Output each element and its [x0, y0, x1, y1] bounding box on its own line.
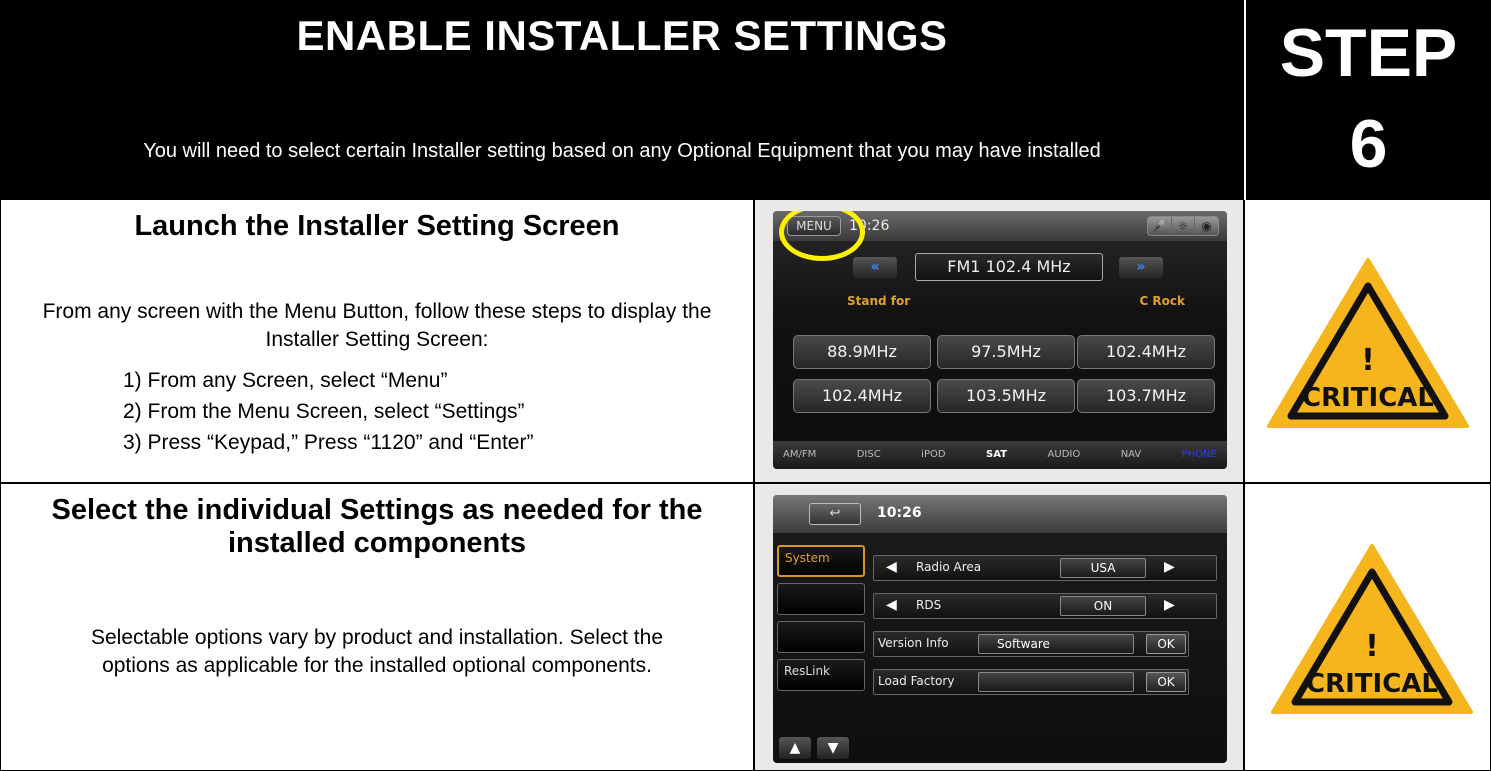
- settings-clock: 10:26: [877, 505, 922, 521]
- brightness-icon[interactable]: ☼: [1172, 217, 1196, 235]
- top-icon-group: 🎤 ☼ ◉: [1147, 216, 1219, 236]
- mute-icon[interactable]: ◉: [1195, 217, 1218, 235]
- source-tab-disc[interactable]: DISC: [857, 441, 881, 469]
- side-item-system[interactable]: System: [777, 545, 865, 577]
- radio-area-label: Radio Area: [916, 560, 982, 574]
- radio-area-value: USA: [1060, 558, 1146, 578]
- source-tab-audio[interactable]: AUDIO: [1048, 441, 1081, 469]
- preset-button-2[interactable]: 97.5MHz: [937, 335, 1075, 369]
- settings-screenshot-cell: ↩ 10:26 System ResLink ◀ Radio Area USA …: [754, 483, 1244, 771]
- step-item-3: 3) Press “Keypad,” Press “1120” and “Ent…: [123, 431, 534, 454]
- step-box: STEP 6: [1244, 0, 1491, 200]
- settings-screen: ↩ 10:26 System ResLink ◀ Radio Area USA …: [773, 495, 1227, 763]
- load-factory-field: [978, 672, 1134, 692]
- step-label: STEP: [1279, 15, 1458, 91]
- section2-title: Select the individual Settings as needed…: [51, 494, 703, 559]
- source-tab-amfm[interactable]: AM/FM: [783, 441, 816, 469]
- page-title: ENABLE INSTALLER SETTINGS: [296, 12, 948, 59]
- menu-highlight-circle: [779, 211, 865, 261]
- critical-warning-icon: ! CRITICAL: [1271, 544, 1473, 714]
- setting-row-version: Version Info Software OK: [873, 631, 1189, 657]
- header-banner: ENABLE INSTALLER SETTINGS You will need …: [0, 0, 1491, 200]
- back-button[interactable]: ↩: [809, 503, 861, 525]
- warning-cell-2: ! CRITICAL: [1244, 483, 1491, 771]
- seek-back-button[interactable]: «: [853, 257, 897, 279]
- version-info-value: Software: [978, 634, 1134, 654]
- mic-icon[interactable]: 🎤: [1148, 217, 1172, 235]
- rds-value: ON: [1060, 596, 1146, 616]
- section1-title: Launch the Installer Setting Screen: [134, 210, 620, 242]
- setting-row-load-factory: Load Factory OK: [873, 669, 1189, 695]
- preset-button-1[interactable]: 88.9MHz: [793, 335, 931, 369]
- arrow-left-icon[interactable]: ◀: [886, 559, 897, 575]
- scroll-down-button[interactable]: ▼: [817, 737, 849, 759]
- preset-button-6[interactable]: 103.7MHz: [1077, 379, 1215, 413]
- warning-label: CRITICAL: [1306, 669, 1438, 699]
- arrow-right-icon[interactable]: ▶: [1164, 559, 1175, 575]
- side-item-blank-2[interactable]: [777, 621, 865, 653]
- frequency-display: FM1 102.4 MHz: [915, 253, 1103, 281]
- source-tab-sat[interactable]: SAT: [986, 441, 1007, 469]
- arrow-left-icon[interactable]: ◀: [886, 597, 897, 613]
- load-factory-label: Load Factory: [878, 674, 955, 688]
- preset-button-5[interactable]: 103.5MHz: [937, 379, 1075, 413]
- source-tab-phone[interactable]: PHONE: [1182, 441, 1217, 469]
- source-tab-nav[interactable]: NAV: [1121, 441, 1142, 469]
- setting-row-rds: ◀ RDS ON ▶: [873, 593, 1217, 619]
- section1-text-cell: Launch the Installer Setting Screen From…: [0, 200, 754, 483]
- step-item-1: 1) From any Screen, select “Menu”: [123, 369, 448, 392]
- step-item-2: 2) From the Menu Screen, select “Setting…: [123, 400, 525, 423]
- section1-intro: From any screen with the Menu Button, fo…: [42, 300, 712, 351]
- settings-top-bar: ↩ 10:26: [773, 495, 1227, 533]
- scroll-up-button[interactable]: ▲: [779, 737, 811, 759]
- station-name-right: C Rock: [1139, 294, 1185, 308]
- station-name-left: Stand for: [847, 294, 911, 308]
- preset-button-4[interactable]: 102.4MHz: [793, 379, 931, 413]
- header-main: ENABLE INSTALLER SETTINGS You will need …: [0, 0, 1244, 200]
- version-ok-button[interactable]: OK: [1146, 634, 1186, 654]
- setting-row-radio-area: ◀ Radio Area USA ▶: [873, 555, 1217, 581]
- section1-steps: 1) From any Screen, select “Menu” 2) Fro…: [123, 365, 743, 458]
- warning-cell-1: ! CRITICAL: [1244, 200, 1491, 483]
- step-number: 6: [1349, 106, 1388, 182]
- radio-screen: MENU 10:26 🎤 ☼ ◉ « FM1 102.4 MHz » Stand…: [773, 211, 1227, 469]
- warning-exclamation: !: [1365, 629, 1379, 664]
- seek-forward-button[interactable]: »: [1119, 257, 1163, 279]
- source-bar: AM/FM DISC iPOD SAT AUDIO NAV PHONE: [773, 441, 1227, 469]
- page-subtitle: You will need to select certain Installe…: [143, 140, 1101, 162]
- section2-body: Selectable options vary by product and i…: [90, 626, 663, 677]
- source-tab-ipod[interactable]: iPOD: [921, 441, 945, 469]
- arrow-right-icon[interactable]: ▶: [1164, 597, 1175, 613]
- version-info-label: Version Info: [878, 636, 949, 650]
- warning-label: CRITICAL: [1302, 383, 1434, 413]
- critical-warning-icon: ! CRITICAL: [1267, 258, 1469, 428]
- side-item-blank-1[interactable]: [777, 583, 865, 615]
- rds-label: RDS: [916, 598, 942, 612]
- radio-screenshot-cell: MENU 10:26 🎤 ☼ ◉ « FM1 102.4 MHz » Stand…: [754, 200, 1244, 483]
- load-factory-ok-button[interactable]: OK: [1146, 672, 1186, 692]
- preset-button-3[interactable]: 102.4MHz: [1077, 335, 1215, 369]
- content-table: Launch the Installer Setting Screen From…: [0, 200, 1491, 771]
- warning-exclamation: !: [1361, 343, 1375, 378]
- side-item-reslink[interactable]: ResLink: [777, 659, 865, 691]
- section2-text-cell: Select the individual Settings as needed…: [0, 483, 754, 771]
